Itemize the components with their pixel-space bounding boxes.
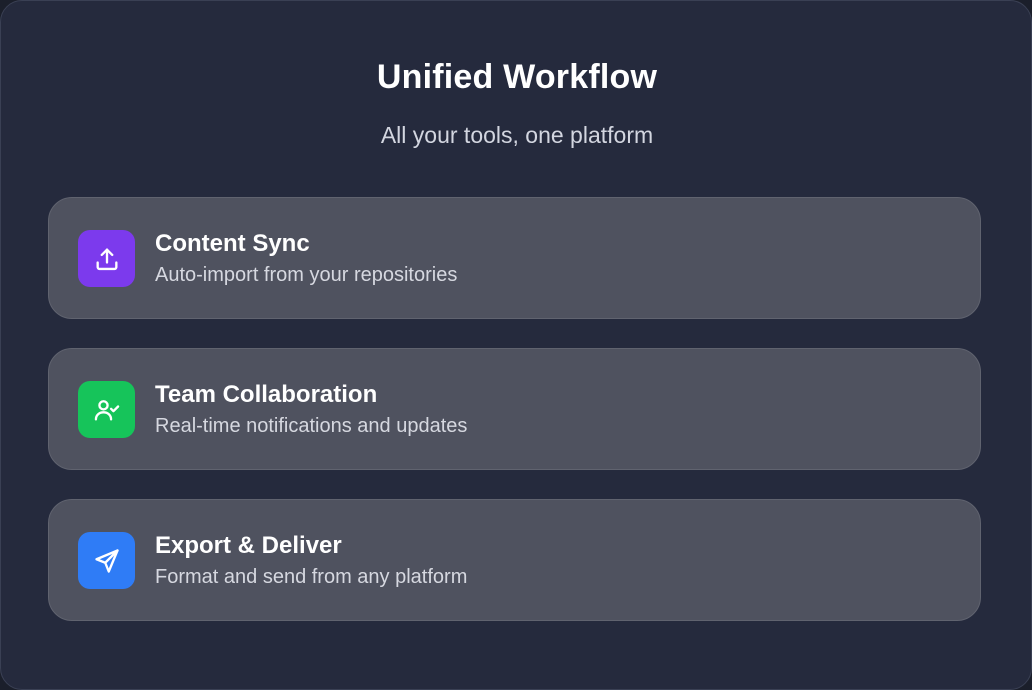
feature-card-export-deliver[interactable]: Export & Deliver Format and send from an… bbox=[48, 499, 981, 621]
feature-card-team-collaboration[interactable]: Team Collaboration Real-time notificatio… bbox=[48, 348, 981, 470]
feature-description: Auto-import from your repositories bbox=[155, 264, 458, 286]
feature-description: Format and send from any platform bbox=[155, 566, 468, 588]
feature-description: Real-time notifications and updates bbox=[155, 415, 468, 437]
feature-title: Team Collaboration bbox=[155, 381, 378, 408]
page-title: Unified Workflow bbox=[376, 58, 658, 96]
user-check-icon bbox=[94, 399, 119, 420]
team-collaboration-icon-tile bbox=[78, 381, 135, 438]
feature-title: Export & Deliver bbox=[155, 532, 342, 559]
send-icon bbox=[94, 548, 119, 573]
page-subtitle: All your tools, one platform bbox=[380, 122, 654, 148]
export-deliver-icon-tile bbox=[78, 532, 135, 589]
upload-icon bbox=[96, 248, 118, 270]
workflow-panel: Unified Workflow All your tools, one pla… bbox=[0, 0, 1032, 690]
content-sync-icon-tile bbox=[78, 230, 135, 287]
feature-title: Content Sync bbox=[155, 230, 310, 257]
feature-card-content-sync[interactable]: Content Sync Auto-import from your repos… bbox=[48, 197, 981, 319]
